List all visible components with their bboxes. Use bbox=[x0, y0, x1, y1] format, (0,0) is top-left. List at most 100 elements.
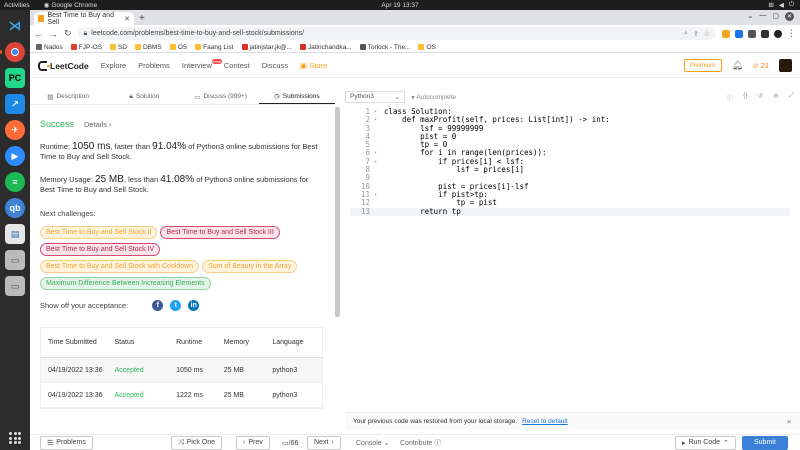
nav-interview[interactable]: InterviewNew bbox=[182, 59, 222, 70]
column-header[interactable]: Time Submitted bbox=[41, 339, 115, 346]
minimize-button[interactable]: — bbox=[759, 12, 766, 21]
code-line[interactable]: 13 return tp bbox=[350, 207, 790, 216]
code-line[interactable]: 8 lsf = prices[i] bbox=[350, 165, 790, 174]
table-row[interactable]: 04/19/2022 13:36 Accepted 1222 ms 25 MB … bbox=[41, 383, 322, 408]
puzzle-icon[interactable] bbox=[761, 29, 769, 38]
linkedin-icon[interactable]: in bbox=[188, 300, 200, 311]
drive-icon[interactable]: ▭ bbox=[5, 250, 25, 270]
nav-store[interactable]: ▣ Store bbox=[300, 61, 327, 70]
bell-icon[interactable]: 🔔︎ bbox=[732, 60, 743, 71]
prev-button[interactable]: ‹ Prev bbox=[236, 435, 270, 450]
forward-icon[interactable]: → bbox=[49, 29, 58, 39]
console-button[interactable]: Console ⌄ bbox=[356, 439, 390, 447]
details-link[interactable]: Details › bbox=[84, 120, 112, 129]
document-viewer-icon[interactable]: ▤ bbox=[5, 224, 25, 244]
reset-icon[interactable]: ↺ bbox=[758, 92, 763, 102]
column-header[interactable]: Language bbox=[272, 339, 322, 346]
show-apps-icon[interactable] bbox=[9, 432, 21, 444]
problems-button[interactable]: ☰ Problems bbox=[40, 435, 93, 450]
autocomplete-toggle[interactable]: ● Autocomplete bbox=[411, 94, 456, 101]
drive-icon-2[interactable]: ▭ bbox=[5, 276, 25, 296]
language-select[interactable]: Python3 ⌄ bbox=[345, 91, 405, 103]
bookmark-star-icon[interactable]: ☆ bbox=[704, 30, 710, 38]
chrome-dock-icon[interactable] bbox=[0, 42, 25, 62]
challenge-chip[interactable]: Maximum Difference Between Increasing El… bbox=[40, 277, 211, 290]
nav-contest[interactable]: Contest bbox=[224, 61, 250, 70]
tab-solution[interactable]: 🔒︎ Solution bbox=[106, 89, 182, 104]
bookmark[interactable]: SD bbox=[109, 44, 127, 51]
facebook-icon[interactable]: f bbox=[152, 300, 164, 311]
bookmark[interactable]: OS bbox=[418, 44, 436, 51]
search-icon[interactable]: ⌕ bbox=[684, 30, 688, 38]
bookmark[interactable]: OS bbox=[169, 44, 187, 51]
cell-status[interactable]: Accepted bbox=[115, 367, 177, 374]
contribute-button[interactable]: Contribute ⓘ bbox=[400, 438, 441, 448]
vscode-icon[interactable]: ⋊ bbox=[5, 16, 25, 36]
column-header[interactable]: Runtime bbox=[176, 339, 224, 346]
settings-icon[interactable]: ⚙ bbox=[773, 92, 779, 102]
new-tab-button[interactable]: + bbox=[139, 12, 145, 25]
bookmark[interactable]: DBMS bbox=[134, 44, 162, 51]
address-bar[interactable]: 🔒︎ leetcode.com/problems/best-time-to-bu… bbox=[77, 27, 716, 40]
info-icon[interactable]: ⓘ bbox=[727, 92, 734, 102]
reset-to-default-link[interactable]: Reset to default bbox=[522, 418, 568, 425]
browser-tab[interactable]: Best Time to Buy and Sell ✕ bbox=[34, 12, 134, 26]
tab-search-icon[interactable]: ⌄ bbox=[748, 12, 754, 21]
pick-one-button[interactable]: ⤨ Pick One bbox=[171, 435, 223, 450]
chrome-menu-icon[interactable]: ⋮ bbox=[787, 28, 796, 39]
spotify-icon[interactable]: ≡ bbox=[5, 172, 25, 192]
left-scrollbar[interactable] bbox=[335, 107, 340, 317]
tab-submissions[interactable]: ◷ Submissions bbox=[258, 89, 335, 104]
zoom-icon[interactable]: ▶ bbox=[5, 146, 25, 166]
extension-icon[interactable] bbox=[722, 29, 730, 38]
bookmark[interactable]: Jatinchandka... bbox=[299, 44, 352, 51]
close-icon[interactable]: ✕ bbox=[787, 418, 792, 426]
extension-icon[interactable] bbox=[748, 29, 756, 38]
system-tray[interactable]: ⊞ ◀ ⏻ bbox=[768, 1, 794, 9]
bookmark[interactable]: Nados bbox=[36, 44, 63, 51]
pycharm-icon[interactable]: PC bbox=[5, 68, 25, 88]
premium-button[interactable]: Premium bbox=[683, 59, 722, 72]
table-row[interactable]: 04/19/2022 13:36 Accepted 1050 ms 25 MB … bbox=[41, 358, 322, 383]
challenge-chip[interactable]: Best Time to Buy and Sell Stock IV bbox=[40, 243, 161, 256]
app-menu[interactable]: ◉ Google Chrome bbox=[44, 1, 98, 10]
share-icon[interactable]: ⇪ bbox=[693, 30, 699, 38]
leetcode-logo[interactable]: LeetCode bbox=[38, 60, 89, 71]
tab-discuss[interactable]: ▭ Discuss (999+) bbox=[183, 89, 259, 104]
extension-icon[interactable] bbox=[735, 29, 743, 38]
nav-problems[interactable]: Problems bbox=[138, 61, 170, 70]
twitter-icon[interactable]: t bbox=[170, 300, 182, 311]
bookmark[interactable]: Torlock - The... bbox=[359, 44, 410, 51]
postman-icon[interactable]: ✈ bbox=[5, 120, 25, 140]
cell-status[interactable]: Accepted bbox=[115, 392, 177, 399]
challenge-chip[interactable]: Best Time to Buy and Sell Stock II bbox=[40, 226, 158, 239]
tab-description[interactable]: ▤ Description bbox=[30, 89, 106, 104]
qbittorrent-icon[interactable]: qb bbox=[5, 198, 25, 218]
back-icon[interactable]: ← bbox=[34, 29, 43, 39]
bookmark[interactable]: jatinjstar.jk@... bbox=[241, 44, 292, 51]
nav-explore[interactable]: Explore bbox=[101, 61, 126, 70]
code-format-icon[interactable]: {} bbox=[743, 92, 747, 102]
challenge-chip[interactable]: Best Time to Buy and Sell Stock with Coo… bbox=[40, 260, 200, 273]
reload-icon[interactable]: ↻ bbox=[64, 28, 72, 39]
maximize-button[interactable]: ▢ bbox=[772, 12, 779, 21]
column-header[interactable]: Memory bbox=[224, 339, 273, 346]
user-avatar[interactable] bbox=[779, 59, 792, 72]
coin-counter[interactable]: 🔥︎ 21 bbox=[753, 61, 769, 71]
run-code-button[interactable]: ▸ Run Code ⌃ bbox=[675, 435, 736, 450]
activities-button[interactable]: Activities bbox=[4, 2, 30, 9]
challenge-chip[interactable]: Sum of Beauty in the Array bbox=[202, 260, 298, 273]
challenge-chip[interactable]: Best Time to Buy and Sell Stock III bbox=[160, 226, 280, 239]
code-area[interactable]: 1 ▾ class Solution: 2 ▾ def maxProfit(self, … bbox=[350, 107, 790, 216]
close-tab-icon[interactable]: ✕ bbox=[124, 15, 130, 23]
close-window-button[interactable]: ✕ bbox=[785, 12, 794, 21]
bookmark[interactable]: FJP-OS bbox=[70, 44, 102, 51]
profile-avatar[interactable] bbox=[774, 29, 782, 38]
sublime-icon[interactable]: ↗ bbox=[5, 94, 25, 114]
fullscreen-icon[interactable]: ⤢ bbox=[789, 92, 794, 102]
column-header[interactable]: Status bbox=[115, 339, 177, 346]
bookmark[interactable]: Faang List bbox=[195, 44, 234, 51]
clock[interactable]: Apr 19 13:37 bbox=[381, 2, 418, 9]
nav-discuss[interactable]: Discuss bbox=[262, 61, 288, 70]
next-button[interactable]: Next › bbox=[307, 435, 341, 450]
